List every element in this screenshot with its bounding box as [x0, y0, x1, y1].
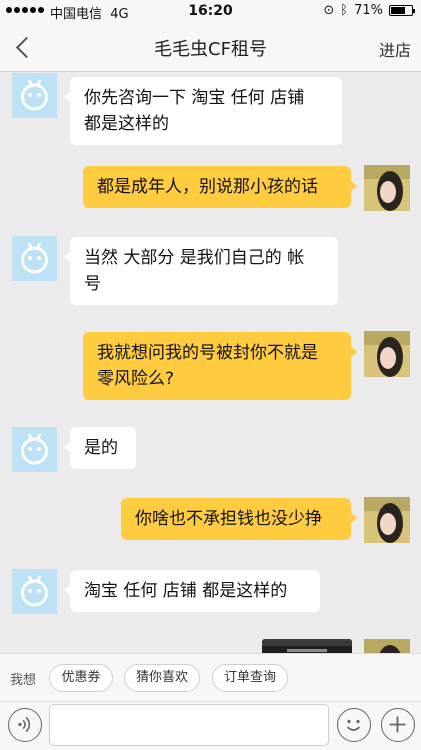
chat-title: 毛毛虫CF租号 [154, 39, 267, 60]
user-avatar[interactable] [364, 165, 410, 211]
message-input[interactable] [49, 704, 329, 746]
enter-shop-button[interactable]: 进店 [379, 37, 411, 61]
screenshot-image-message[interactable] [262, 639, 352, 653]
bluetooth-icon: ᛒ [340, 3, 349, 18]
bot-avatar[interactable] [12, 236, 57, 281]
chevron-left-icon[interactable] [10, 32, 40, 62]
message-bubble: 是的 [64, 427, 136, 469]
plus-icon[interactable] [381, 708, 415, 742]
bot-avatar[interactable] [12, 569, 57, 614]
user-avatar[interactable] [364, 497, 410, 543]
nav-bar: 毛毛虫CF租号 进店 [0, 22, 421, 72]
user-avatar[interactable] [364, 639, 410, 653]
chip-guess-you-like[interactable]: 猜你喜欢 [124, 664, 200, 692]
quick-reply-label: 我想 [10, 673, 37, 688]
quick-reply-bar: 我想 优惠券 猜你喜欢 订单查询 [0, 653, 421, 701]
message-bubble: 我就想问我的号被封你不就是 零风险么? [83, 332, 357, 400]
chip-coupon[interactable]: 优惠券 [49, 664, 113, 692]
message-bubble: 你先咨询一下 淘宝 任何 店铺 都是这样的 [64, 77, 342, 145]
message-bubble: 当然 大部分 是我们自己的 帐 号 [64, 237, 338, 305]
rotation-lock-icon: ⊙ [323, 3, 335, 18]
message-bubble: 你啥也不承担钱也没少挣 [121, 498, 357, 540]
voice-icon[interactable] [8, 708, 42, 742]
status-bar: 中国电信 4G 16:20 ⊙ ᛒ 71% [0, 0, 421, 22]
input-bar [0, 701, 421, 750]
chat-area[interactable]: 你先咨询一下 淘宝 任何 店铺 都是这样的 都是成年人，别说那小孩的话 当然 大… [0, 73, 421, 653]
message-bubble: 都是成年人，别说那小孩的话 [83, 166, 357, 208]
chip-order-query[interactable]: 订单查询 [212, 664, 288, 692]
bot-avatar[interactable] [12, 427, 57, 472]
user-avatar[interactable] [364, 331, 410, 377]
message-bubble: 淘宝 任何 店铺 都是这样的 [64, 570, 320, 612]
battery-percent: 71% [354, 3, 383, 18]
battery-icon [389, 5, 415, 16]
emoji-icon[interactable] [337, 708, 371, 742]
bot-avatar[interactable] [12, 73, 57, 118]
